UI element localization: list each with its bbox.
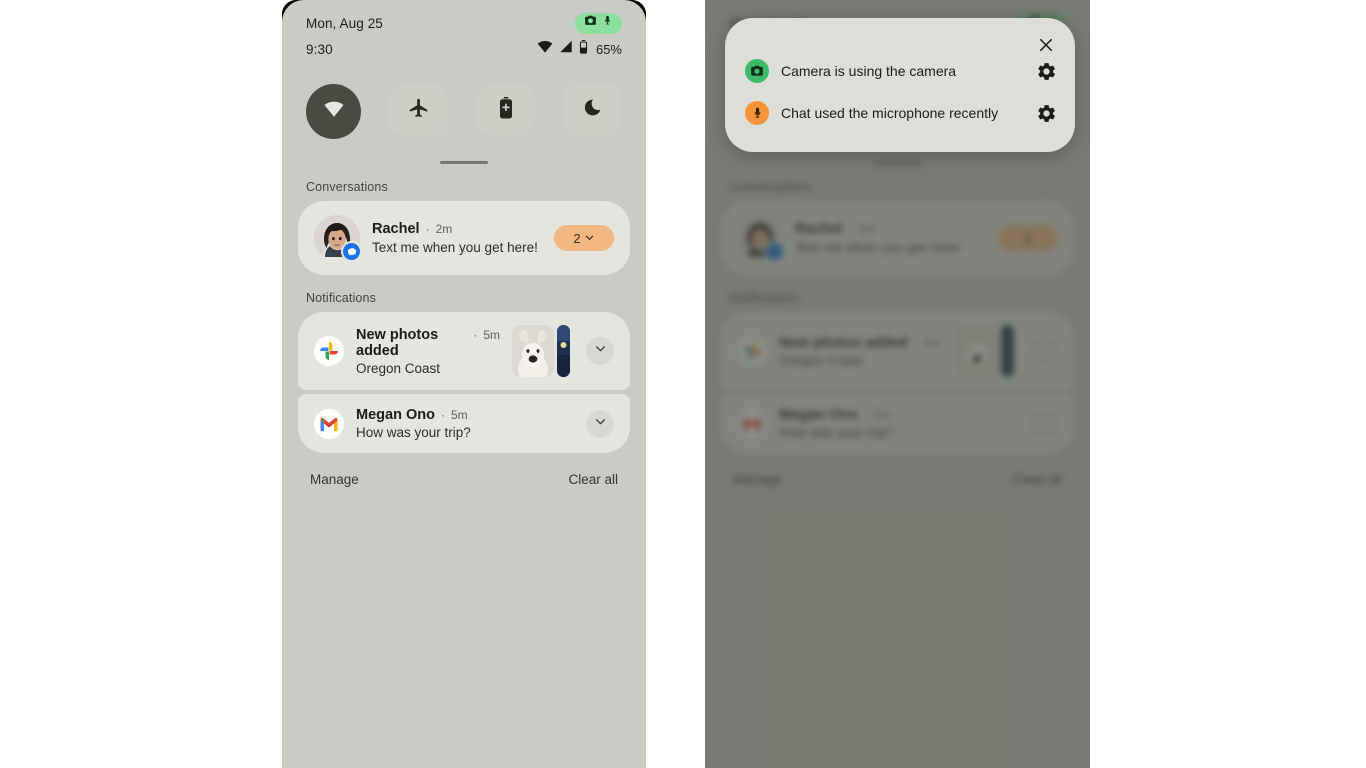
conversation-count-value: 2 xyxy=(573,230,581,246)
status-bar-time: 9:30 xyxy=(306,41,333,57)
gmail-icon xyxy=(314,408,344,439)
status-bar-date: Mon, Aug 25 xyxy=(306,15,383,31)
gear-icon[interactable] xyxy=(1033,58,1059,84)
notification-shade-panel: Mon, Aug 25 9:30 65% Conversations Rache… xyxy=(282,0,646,768)
privacy-indicator-pill[interactable] xyxy=(575,12,622,34)
notification-separator: · xyxy=(473,327,478,342)
notification-row[interactable]: New photos added · 5m Oregon Coast xyxy=(298,312,630,390)
camera-icon xyxy=(745,59,769,83)
notification-title: New photos added xyxy=(356,326,439,359)
status-bar: Mon, Aug 25 9:30 65% xyxy=(282,0,646,62)
close-icon[interactable] xyxy=(1033,32,1059,58)
clear-all-button[interactable]: Clear all xyxy=(568,472,618,487)
google-photos-icon xyxy=(314,336,344,366)
notification-card-photos[interactable]: New photos added · 5m Oregon Coast xyxy=(298,312,630,390)
microphone-icon xyxy=(602,14,613,32)
conversation-text: Rachel · 2m Text me when you get here! xyxy=(372,221,542,255)
photo-thumbnail-dog[interactable] xyxy=(512,325,554,377)
section-label-notifications: Notifications xyxy=(306,291,377,305)
messages-icon xyxy=(341,241,362,262)
notification-expand-button[interactable] xyxy=(586,409,614,438)
notification-text: Megan Ono · 5m How was your trip? xyxy=(356,407,574,440)
wifi-icon xyxy=(323,100,345,123)
conversation-card[interactable]: Rachel · 2m Text me when you get here! 2 xyxy=(298,201,630,275)
chevron-down-icon xyxy=(584,231,595,246)
notification-text: New photos added · 5m Oregon Coast xyxy=(356,327,500,376)
qs-tile-wifi[interactable] xyxy=(306,84,361,139)
notification-expand-button[interactable] xyxy=(586,337,614,365)
notification-body: How was your trip? xyxy=(356,425,471,440)
privacy-item-label: Camera is using the camera xyxy=(781,63,957,79)
chevron-down-icon xyxy=(594,342,607,360)
chevron-down-icon xyxy=(594,415,607,433)
conversation-message: Text me when you get here! xyxy=(372,240,538,255)
privacy-item-label: Chat used the microphone recently xyxy=(781,105,999,121)
manage-button[interactable]: Manage xyxy=(310,472,359,487)
status-bar-icons: 65% xyxy=(537,39,622,59)
privacy-dialog: Camera is using the camera Chat used the… xyxy=(725,18,1075,152)
screenshot-stage: Mon, Aug 25 9:30 65% Conversations Rache… xyxy=(0,0,1366,768)
notification-separator: · xyxy=(440,408,445,422)
qs-tile-do-not-disturb[interactable] xyxy=(563,84,622,136)
photo-thumbnail-second[interactable] xyxy=(557,325,570,377)
gear-icon[interactable] xyxy=(1033,100,1059,126)
qs-tile-airplane-mode[interactable] xyxy=(389,84,448,136)
battery-saver-icon xyxy=(499,96,513,124)
shade-footer: Manage Clear all xyxy=(282,453,646,487)
battery-icon xyxy=(579,39,588,59)
notification-row[interactable]: Megan Ono · 5m How was your trip? xyxy=(298,394,630,453)
wifi-icon xyxy=(537,40,553,58)
conversation-time: 2m xyxy=(435,222,453,236)
notification-time: 5m xyxy=(450,408,468,422)
conversation-row[interactable]: Rachel · 2m Text me when you get here! 2 xyxy=(298,201,630,275)
notification-shade-panel-dimmed: Mon, Aug 25 xyxy=(705,0,1090,768)
battery-percentage: 65% xyxy=(595,41,622,57)
qs-tile-battery-saver[interactable] xyxy=(476,84,535,136)
cellular-signal-icon xyxy=(559,40,573,58)
quick-settings-row xyxy=(282,62,646,139)
notification-title: Megan Ono xyxy=(356,407,435,423)
notification-thumbnails[interactable] xyxy=(512,325,570,377)
camera-icon xyxy=(584,14,597,32)
notification-time: 5m xyxy=(483,327,500,342)
avatar xyxy=(314,215,362,262)
conversation-count-badge[interactable]: 2 xyxy=(554,225,614,251)
privacy-item-camera[interactable]: Camera is using the camera xyxy=(725,50,1075,92)
conversation-sender: Rachel xyxy=(372,221,420,237)
notification-card-gmail[interactable]: Megan Ono · 5m How was your trip? xyxy=(298,394,630,453)
moon-icon xyxy=(583,98,602,122)
section-label-conversations: Conversations xyxy=(306,180,388,194)
microphone-icon xyxy=(745,101,769,125)
notification-body: Oregon Coast xyxy=(356,360,441,376)
privacy-item-microphone[interactable]: Chat used the microphone recently xyxy=(725,92,1075,134)
conversation-separator: · xyxy=(425,222,430,236)
airplane-icon xyxy=(408,97,430,124)
